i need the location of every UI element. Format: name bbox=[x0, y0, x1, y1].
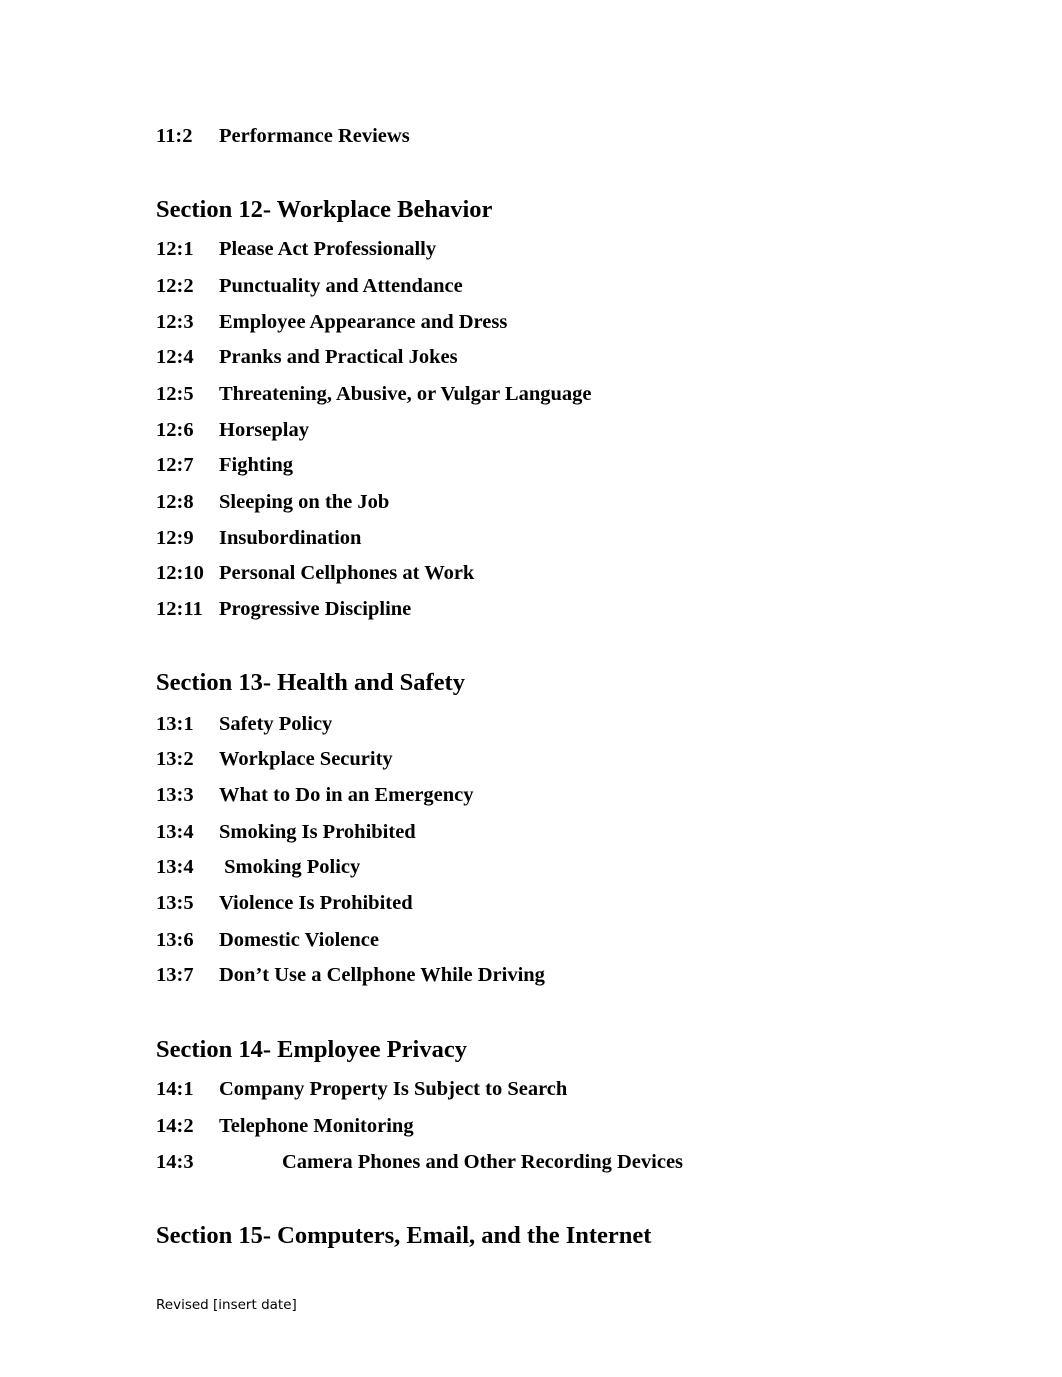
toc-entry: 14:2 Telephone Monitoring bbox=[156, 1114, 414, 1138]
entry-number: 14:3 bbox=[156, 1151, 194, 1173]
toc-entry: 12:10 Personal Cellphones at Work bbox=[156, 561, 474, 585]
entry-number: 11:2 bbox=[156, 125, 193, 147]
entry-title: Domestic Violence bbox=[219, 929, 379, 951]
entry-title: Camera Phones and Other Recording Device… bbox=[282, 1151, 684, 1173]
entry-title: Punctuality and Attendance bbox=[219, 275, 463, 297]
section-heading: Section 14- Employee Privacy bbox=[156, 1036, 467, 1063]
toc-entry: 14:1 Company Property Is Subject to Searc… bbox=[156, 1077, 567, 1101]
entry-title: Violence Is Prohibited bbox=[219, 892, 413, 914]
entry-title: Pranks and Practical Jokes bbox=[219, 346, 458, 368]
entry-number: 13:1 bbox=[156, 713, 194, 735]
toc-entry: 13:4 Smoking Is Prohibited bbox=[156, 820, 416, 844]
entry-number: 12:2 bbox=[156, 275, 194, 297]
entry-number: 13:6 bbox=[156, 929, 194, 951]
entry-number: 12:11 bbox=[156, 598, 203, 620]
toc-entry: 13:5 Violence Is Prohibited bbox=[156, 891, 413, 915]
toc-entry: 12:7 Fighting bbox=[156, 453, 293, 477]
entry-title: Fighting bbox=[219, 454, 294, 476]
entry-number: 12:4 bbox=[156, 346, 194, 368]
entry-title: Don’t Use a Cellphone While Driving bbox=[219, 964, 545, 986]
toc-entry: 12:2 Punctuality and Attendance bbox=[156, 274, 463, 298]
toc-entry: 13:3 What to Do in an Emergency bbox=[156, 783, 474, 807]
entry-number: 14:1 bbox=[156, 1078, 194, 1100]
entry-title: Sleeping on the Job bbox=[219, 491, 390, 513]
toc-entry: 13:7 Don’t Use a Cellphone While Driving bbox=[156, 963, 545, 987]
entry-number: 12:7 bbox=[156, 454, 194, 476]
entry-title: Please Act Professionally bbox=[219, 238, 437, 260]
entry-number: 13:4 bbox=[156, 856, 194, 878]
entry-number: 12:8 bbox=[156, 491, 194, 513]
entry-title: Insubordination bbox=[219, 527, 362, 549]
entry-number: 13:4 bbox=[156, 821, 194, 843]
entry-title: Safety Policy bbox=[219, 713, 333, 735]
section-heading: Section 15- Computers, Email, and the In… bbox=[156, 1222, 652, 1249]
entry-number: 12:1 bbox=[156, 238, 194, 260]
entry-number: 14:2 bbox=[156, 1115, 194, 1137]
toc-entry: 12:9 Insubordination bbox=[156, 526, 361, 550]
section-heading: Section 13- Health and Safety bbox=[156, 669, 465, 696]
entry-number: 13:3 bbox=[156, 784, 194, 806]
entry-number: 13:7 bbox=[156, 964, 194, 986]
toc-entry: 12:8 Sleeping on the Job bbox=[156, 490, 389, 514]
toc-entry: 13:2 Workplace Security bbox=[156, 747, 393, 771]
entry-title: Employee Appearance and Dress bbox=[219, 311, 508, 333]
entry-number: 13:2 bbox=[156, 748, 194, 770]
toc-entry: 12:6 Horseplay bbox=[156, 418, 309, 442]
entry-title: Workplace Security bbox=[219, 748, 393, 770]
document-page: 11:2 Performance Reviews Section 12- Work… bbox=[0, 0, 1062, 1377]
section-heading: Section 12- Workplace Behavior bbox=[156, 196, 493, 223]
entry-number: 12:3 bbox=[156, 311, 194, 333]
toc-entry: 12:11 Progressive Discipline bbox=[156, 597, 411, 621]
toc-entry: 14:3 Camera Phones and Other Recording De… bbox=[156, 1150, 683, 1174]
entry-title: Threatening, Abusive, or Vulgar Language bbox=[219, 383, 592, 405]
entry-number: 12:10 bbox=[156, 562, 204, 584]
entry-title: Company Property Is Subject to Search bbox=[219, 1078, 568, 1100]
toc-entry: 12:1 Please Act Professionally bbox=[156, 237, 436, 261]
entry-title: Performance Reviews bbox=[219, 125, 410, 147]
entry-number: 12:5 bbox=[156, 383, 194, 405]
toc-entry: 11:2 Performance Reviews bbox=[156, 124, 410, 148]
entry-title: Personal Cellphones at Work bbox=[219, 562, 475, 584]
toc-entry: 12:4 Pranks and Practical Jokes bbox=[156, 345, 458, 369]
toc-entry: 12:3 Employee Appearance and Dress bbox=[156, 310, 507, 334]
entry-title: Horseplay bbox=[219, 419, 309, 441]
entry-title: Smoking Policy bbox=[219, 856, 361, 878]
revision-footer: Revised [insert date] bbox=[156, 1297, 297, 1313]
entry-title: Telephone Monitoring bbox=[219, 1115, 414, 1137]
toc-entry: 13:1 Safety Policy bbox=[156, 712, 332, 736]
entry-title: Progressive Discipline bbox=[219, 598, 412, 620]
entry-title: Smoking Is Prohibited bbox=[219, 821, 416, 843]
entry-number: 13:5 bbox=[156, 892, 194, 914]
toc-entry: 13:4 Smoking Policy bbox=[156, 855, 360, 879]
entry-number: 12:9 bbox=[156, 527, 194, 549]
entry-title: What to Do in an Emergency bbox=[219, 784, 474, 806]
entry-number: 12:6 bbox=[156, 419, 194, 441]
toc-entry: 12:5 Threatening, Abusive, or Vulgar Lang… bbox=[156, 382, 592, 406]
toc-entry: 13:6 Domestic Violence bbox=[156, 928, 379, 952]
